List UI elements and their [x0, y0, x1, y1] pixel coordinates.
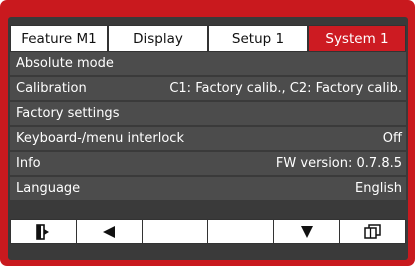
menu-item-label: Language — [16, 181, 81, 196]
tab-label: System 1 — [325, 30, 389, 47]
softkey-down[interactable] — [274, 220, 341, 243]
tab-bar: Feature M1 Display Setup 1 System 1 — [10, 25, 406, 52]
softkey-exit[interactable] — [11, 220, 77, 243]
tab-label: Display — [133, 30, 183, 47]
softkey-empty-1[interactable] — [142, 220, 209, 243]
tab-label: Feature M1 — [21, 30, 97, 47]
tab-display[interactable]: Display — [108, 25, 208, 52]
menu-item-info[interactable]: Info FW version: 0.7.8.5 — [10, 152, 406, 175]
menu-item-keyboard-menu-interlock[interactable]: Keyboard-/menu interlock Off — [10, 127, 406, 150]
menu-item-label: Factory settings — [16, 106, 120, 121]
menu-item-value: Off — [382, 131, 402, 146]
softkey-pages[interactable] — [340, 220, 405, 243]
menu-item-value: C1: Factory calib., C2: Factory calib. — [169, 81, 402, 96]
menu-item-value: English — [355, 181, 402, 196]
softkey-left[interactable] — [76, 220, 143, 243]
softkey-bar — [10, 219, 406, 244]
arrow-down-icon — [300, 225, 313, 238]
menu-item-absolute-mode[interactable]: Absolute mode — [10, 52, 406, 75]
menu-item-value: FW version: 0.7.8.5 — [275, 156, 402, 171]
tab-setup-1[interactable]: Setup 1 — [208, 25, 308, 52]
menu-item-label: Keyboard-/menu interlock — [16, 131, 184, 146]
tab-label: Setup 1 — [231, 30, 285, 47]
tab-system-1[interactable]: System 1 — [308, 25, 406, 52]
tab-feature-m1[interactable]: Feature M1 — [10, 25, 108, 52]
settings-menu: Absolute mode Calibration C1: Factory ca… — [10, 52, 406, 202]
menu-item-label: Info — [16, 156, 41, 171]
menu-item-label: Absolute mode — [16, 56, 114, 71]
pages-icon — [364, 224, 381, 239]
menu-item-language[interactable]: Language English — [10, 177, 406, 200]
softkey-empty-2[interactable] — [208, 220, 275, 243]
menu-item-calibration[interactable]: Calibration C1: Factory calib., C2: Fact… — [10, 77, 406, 100]
menu-item-label: Calibration — [16, 81, 87, 96]
menu-item-factory-settings[interactable]: Factory settings — [10, 102, 406, 125]
exit-icon — [36, 223, 50, 240]
arrow-left-icon — [103, 225, 116, 238]
